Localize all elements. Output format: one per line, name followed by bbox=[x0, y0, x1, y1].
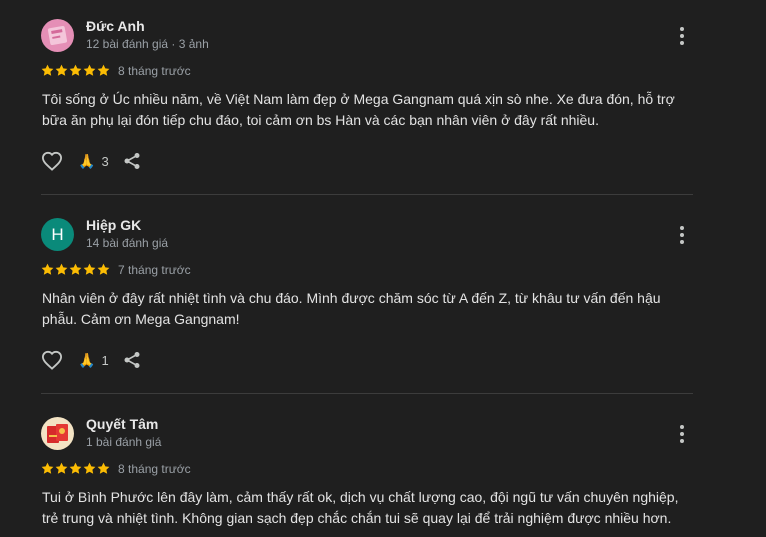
share-icon bbox=[124, 153, 140, 169]
review-text: Tui ở Bình Phước lên đây làm, cảm thấy r… bbox=[42, 489, 679, 526]
praying-hands-icon: 🙏 bbox=[78, 352, 96, 368]
reviewer-meta: 14 bài đánh giá bbox=[86, 236, 169, 250]
dot bbox=[680, 432, 684, 436]
more-options-button[interactable] bbox=[672, 424, 692, 444]
review-actions: 🙏 3 bbox=[41, 151, 141, 171]
photo-avatar-pink-icon bbox=[41, 19, 74, 52]
reaction-count: 3 bbox=[101, 153, 109, 169]
star-icon bbox=[83, 64, 96, 76]
review-time: 8 tháng trước bbox=[118, 462, 191, 476]
review-text: Tôi sống ở Úc nhiều năm, về Việt Nam làm… bbox=[42, 91, 675, 128]
star-icon bbox=[55, 462, 68, 474]
share-button[interactable] bbox=[123, 351, 141, 369]
share-icon bbox=[124, 352, 140, 368]
star-icon bbox=[69, 462, 82, 474]
divider bbox=[41, 194, 693, 195]
dot bbox=[680, 226, 684, 230]
star-rating bbox=[41, 462, 110, 475]
divider bbox=[41, 393, 693, 394]
reviewer-meta: 12 bài đánh giá · 3 ảnh bbox=[86, 37, 209, 51]
reaction-count: 1 bbox=[101, 352, 109, 368]
like-button[interactable] bbox=[41, 151, 63, 171]
heart-icon bbox=[41, 151, 63, 171]
star-icon bbox=[83, 263, 96, 275]
more-options-button[interactable] bbox=[672, 225, 692, 245]
star-rating bbox=[41, 263, 110, 276]
dot bbox=[680, 425, 684, 429]
dot bbox=[680, 439, 684, 443]
review-card: H Hiệp GK 14 bài đánh giá 7 tháng trước … bbox=[0, 199, 766, 394]
reviewer-avatar[interactable] bbox=[41, 417, 74, 450]
star-icon bbox=[69, 64, 82, 76]
star-icon bbox=[97, 64, 110, 76]
star-icon bbox=[55, 64, 68, 76]
review-actions: 🙏 1 bbox=[41, 350, 141, 370]
photo-avatar-red-icon bbox=[41, 417, 74, 450]
reaction-button[interactable]: 🙏 1 bbox=[78, 353, 109, 368]
star-icon bbox=[97, 462, 110, 474]
like-button[interactable] bbox=[41, 350, 63, 370]
dot bbox=[680, 233, 684, 237]
star-icon bbox=[41, 462, 54, 474]
review-time: 8 tháng trước bbox=[118, 64, 191, 78]
reviewer-name[interactable]: Đức Anh bbox=[86, 18, 145, 34]
star-icon bbox=[97, 263, 110, 275]
reviewer-name[interactable]: Hiệp GK bbox=[86, 217, 141, 233]
reviewer-avatar[interactable]: H bbox=[41, 218, 74, 251]
heart-icon bbox=[41, 350, 63, 370]
star-rating bbox=[41, 64, 110, 77]
star-icon bbox=[41, 263, 54, 275]
dot bbox=[680, 34, 684, 38]
share-button[interactable] bbox=[123, 152, 141, 170]
praying-hands-icon: 🙏 bbox=[78, 153, 96, 169]
review-card: Quyết Tâm 1 bài đánh giá 8 tháng trước T… bbox=[0, 398, 766, 537]
reviews-list: Đức Anh 12 bài đánh giá · 3 ảnh 8 tháng … bbox=[0, 0, 766, 537]
star-icon bbox=[41, 64, 54, 76]
dot bbox=[680, 41, 684, 45]
reviewer-name[interactable]: Quyết Tâm bbox=[86, 416, 158, 432]
star-icon bbox=[69, 263, 82, 275]
more-options-button[interactable] bbox=[672, 26, 692, 46]
review-text: Nhân viên ở đây rất nhiệt tình và chu đá… bbox=[42, 290, 661, 327]
reviewer-avatar[interactable] bbox=[41, 19, 74, 52]
dot bbox=[680, 27, 684, 31]
star-icon bbox=[55, 263, 68, 275]
dot bbox=[680, 240, 684, 244]
reaction-button[interactable]: 🙏 3 bbox=[78, 154, 109, 169]
review-card: Đức Anh 12 bài đánh giá · 3 ảnh 8 tháng … bbox=[0, 0, 766, 195]
reviewer-meta: 1 bài đánh giá bbox=[86, 435, 162, 449]
star-icon bbox=[83, 462, 96, 474]
review-time: 7 tháng trước bbox=[118, 263, 191, 277]
